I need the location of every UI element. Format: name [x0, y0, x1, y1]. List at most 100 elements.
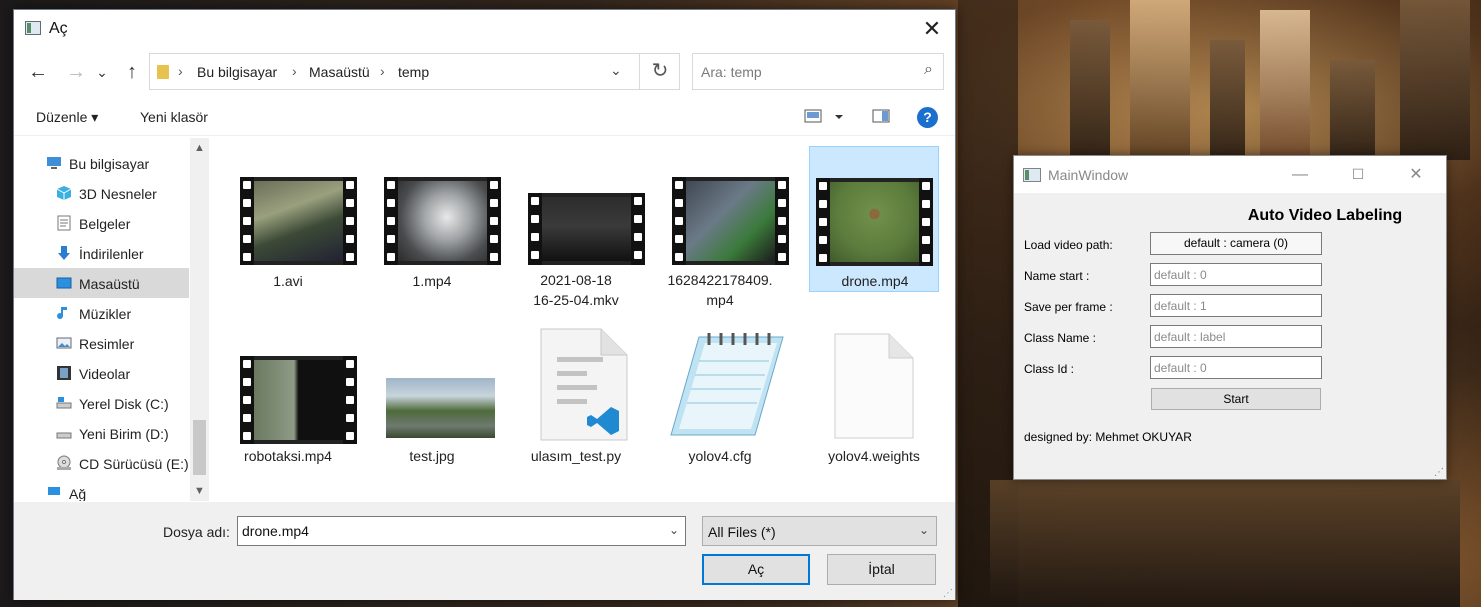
window-icon: [1023, 168, 1041, 182]
file-item[interactable]: 1.mp4: [367, 146, 501, 292]
notepad-icon: [670, 333, 784, 436]
sidebar-item-pictures[interactable]: Resimler: [14, 328, 189, 358]
video-thumbnail-icon: [240, 356, 357, 444]
forward-button[interactable]: →: [62, 50, 90, 94]
sidebar-item-new-volume-d[interactable]: Yeni Birim (D:): [14, 418, 189, 448]
file-name: 1628422178409. mp4: [667, 272, 773, 308]
blank-file-icon: [834, 333, 914, 439]
sidebar-item-this-pc[interactable]: Bu bilgisayar: [14, 148, 189, 178]
navigation-bar: ← → ⌄ ↑ › Bu bilgisayar › Masaüstü › tem…: [14, 50, 955, 94]
file-name: 1.avi: [273, 273, 303, 289]
video-icon: [57, 366, 71, 380]
file-item[interactable]: yolov4.cfg: [655, 321, 785, 467]
sidebar-item-label: 3D Nesneler: [79, 186, 157, 202]
sidebar-scrollbar[interactable]: ▲ ▼: [190, 138, 209, 501]
chevron-right-icon: ›: [292, 63, 297, 79]
main-window: MainWindow — ☐ ✕ Auto Video Labeling Loa…: [1013, 155, 1447, 480]
video-thumbnail-icon: [672, 177, 789, 265]
video-thumbnail-icon: [816, 178, 933, 266]
sidebar-item-videos[interactable]: Videolar: [14, 358, 189, 388]
file-item[interactable]: test.jpg: [367, 321, 497, 467]
sidebar-item-music[interactable]: Müzikler: [14, 298, 189, 328]
video-thumbnail-icon: [528, 193, 645, 265]
back-button[interactable]: ←: [24, 50, 52, 94]
file-item[interactable]: 2021-08-18 16-25-04.mkv: [511, 146, 645, 308]
chevron-down-icon[interactable]: ⌄: [919, 523, 929, 537]
filename-combobox[interactable]: ⌄: [237, 516, 686, 546]
save-per-frame-label: Save per frame :: [1024, 300, 1113, 314]
main-window-title: MainWindow: [1048, 167, 1129, 183]
file-item[interactable]: ulasım_test.py: [511, 321, 641, 467]
file-item[interactable]: robotaksi.mp4: [223, 321, 357, 467]
navigation-pane: Bu bilgisayar 3D Nesneler Belgeler İndir…: [14, 138, 209, 501]
name-start-input[interactable]: [1154, 267, 1314, 282]
maximize-button[interactable]: ☐: [1335, 156, 1381, 193]
cd-icon: [57, 455, 71, 470]
class-name-field[interactable]: [1150, 325, 1322, 348]
new-folder-button[interactable]: Yeni klasör: [140, 109, 208, 125]
class-name-input[interactable]: [1154, 329, 1314, 344]
minimize-button[interactable]: —: [1277, 156, 1323, 193]
file-item[interactable]: 1.avi: [223, 146, 357, 292]
scroll-up-icon[interactable]: ▲: [190, 138, 209, 158]
breadcrumb-desktop[interactable]: Masaüstü: [309, 64, 370, 80]
app-heading: Auto Video Labeling: [1014, 207, 1426, 225]
filename-input[interactable]: [242, 522, 662, 540]
dialog-titlebar[interactable]: Aç ✕: [14, 10, 955, 48]
open-file-dialog: Aç ✕ ← → ⌄ ↑ › Bu bilgisayar › Masaüstü …: [13, 9, 956, 600]
class-id-input[interactable]: [1154, 360, 1314, 375]
sidebar-item-label: Ağ: [69, 486, 87, 501]
file-item[interactable]: yolov4.weights: [809, 321, 939, 467]
designer-credit: designed by: Mehmet OKUYAR: [1024, 430, 1192, 444]
drive-icon: [56, 397, 72, 409]
sidebar-item-3d-objects[interactable]: 3D Nesneler: [14, 178, 189, 208]
chevron-right-icon: ›: [380, 63, 385, 79]
sidebar-item-network[interactable]: Ağ: [14, 483, 189, 501]
breadcrumb-this-pc[interactable]: Bu bilgisayar: [197, 64, 277, 80]
file-name: ulasım_test.py: [530, 448, 622, 464]
resize-grip-icon[interactable]: ⋰: [943, 588, 953, 599]
address-dropdown-icon[interactable]: ⌄: [610, 62, 622, 79]
pc-icon: [47, 157, 61, 169]
view-options-icon[interactable]: [804, 108, 844, 129]
main-window-titlebar[interactable]: MainWindow — ☐ ✕: [1014, 156, 1446, 193]
resize-grip-icon[interactable]: ⋰: [1434, 467, 1444, 478]
load-video-button[interactable]: default : camera (0): [1150, 232, 1322, 255]
file-item-selected[interactable]: drone.mp4: [809, 146, 939, 292]
up-button[interactable]: ↑: [118, 50, 146, 94]
search-box[interactable]: ⌕: [692, 53, 944, 90]
sidebar-item-documents[interactable]: Belgeler: [14, 208, 189, 238]
scrollbar-thumb[interactable]: [193, 420, 206, 475]
file-name: yolov4.weights: [828, 448, 920, 464]
search-input[interactable]: [701, 62, 901, 82]
organize-button[interactable]: Düzenle ▾: [36, 109, 98, 126]
address-bar[interactable]: › Bu bilgisayar › Masaüstü › temp ⌄ ↻: [149, 53, 680, 90]
image-thumbnail-icon: [386, 378, 495, 438]
file-item[interactable]: 1628422178409. mp4: [655, 146, 789, 308]
sidebar-item-local-disk-c[interactable]: Yerel Disk (C:): [14, 388, 189, 418]
search-icon[interactable]: ⌕: [924, 61, 933, 79]
file-type-value: All Files (*): [708, 524, 776, 540]
save-per-frame-input[interactable]: [1154, 298, 1314, 313]
close-button[interactable]: ✕: [1393, 156, 1439, 193]
sidebar-item-desktop[interactable]: Masaüstü: [14, 268, 189, 298]
breadcrumb-temp[interactable]: temp: [398, 64, 429, 80]
save-per-frame-field[interactable]: [1150, 294, 1322, 317]
recent-locations-button[interactable]: ⌄: [94, 50, 110, 94]
refresh-icon[interactable]: ↻: [639, 54, 680, 89]
file-name: test.jpg: [409, 448, 455, 464]
start-button[interactable]: Start: [1151, 388, 1321, 410]
document-icon: [57, 215, 71, 231]
chevron-down-icon[interactable]: ⌄: [669, 523, 679, 537]
sidebar-item-cd-drive-e[interactable]: CD Sürücüsü (E:): [14, 448, 189, 478]
open-button[interactable]: Aç: [702, 554, 810, 585]
sidebar-item-downloads[interactable]: İndirilenler: [14, 238, 189, 268]
class-id-field[interactable]: [1150, 356, 1322, 379]
help-icon[interactable]: ?: [917, 107, 938, 128]
file-type-select[interactable]: All Files (*) ⌄: [702, 516, 937, 546]
preview-pane-icon[interactable]: [872, 108, 890, 129]
cancel-button[interactable]: İptal: [827, 554, 936, 585]
scroll-down-icon[interactable]: ▼: [190, 481, 209, 501]
name-start-field[interactable]: [1150, 263, 1322, 286]
close-button[interactable]: ✕: [909, 10, 955, 48]
